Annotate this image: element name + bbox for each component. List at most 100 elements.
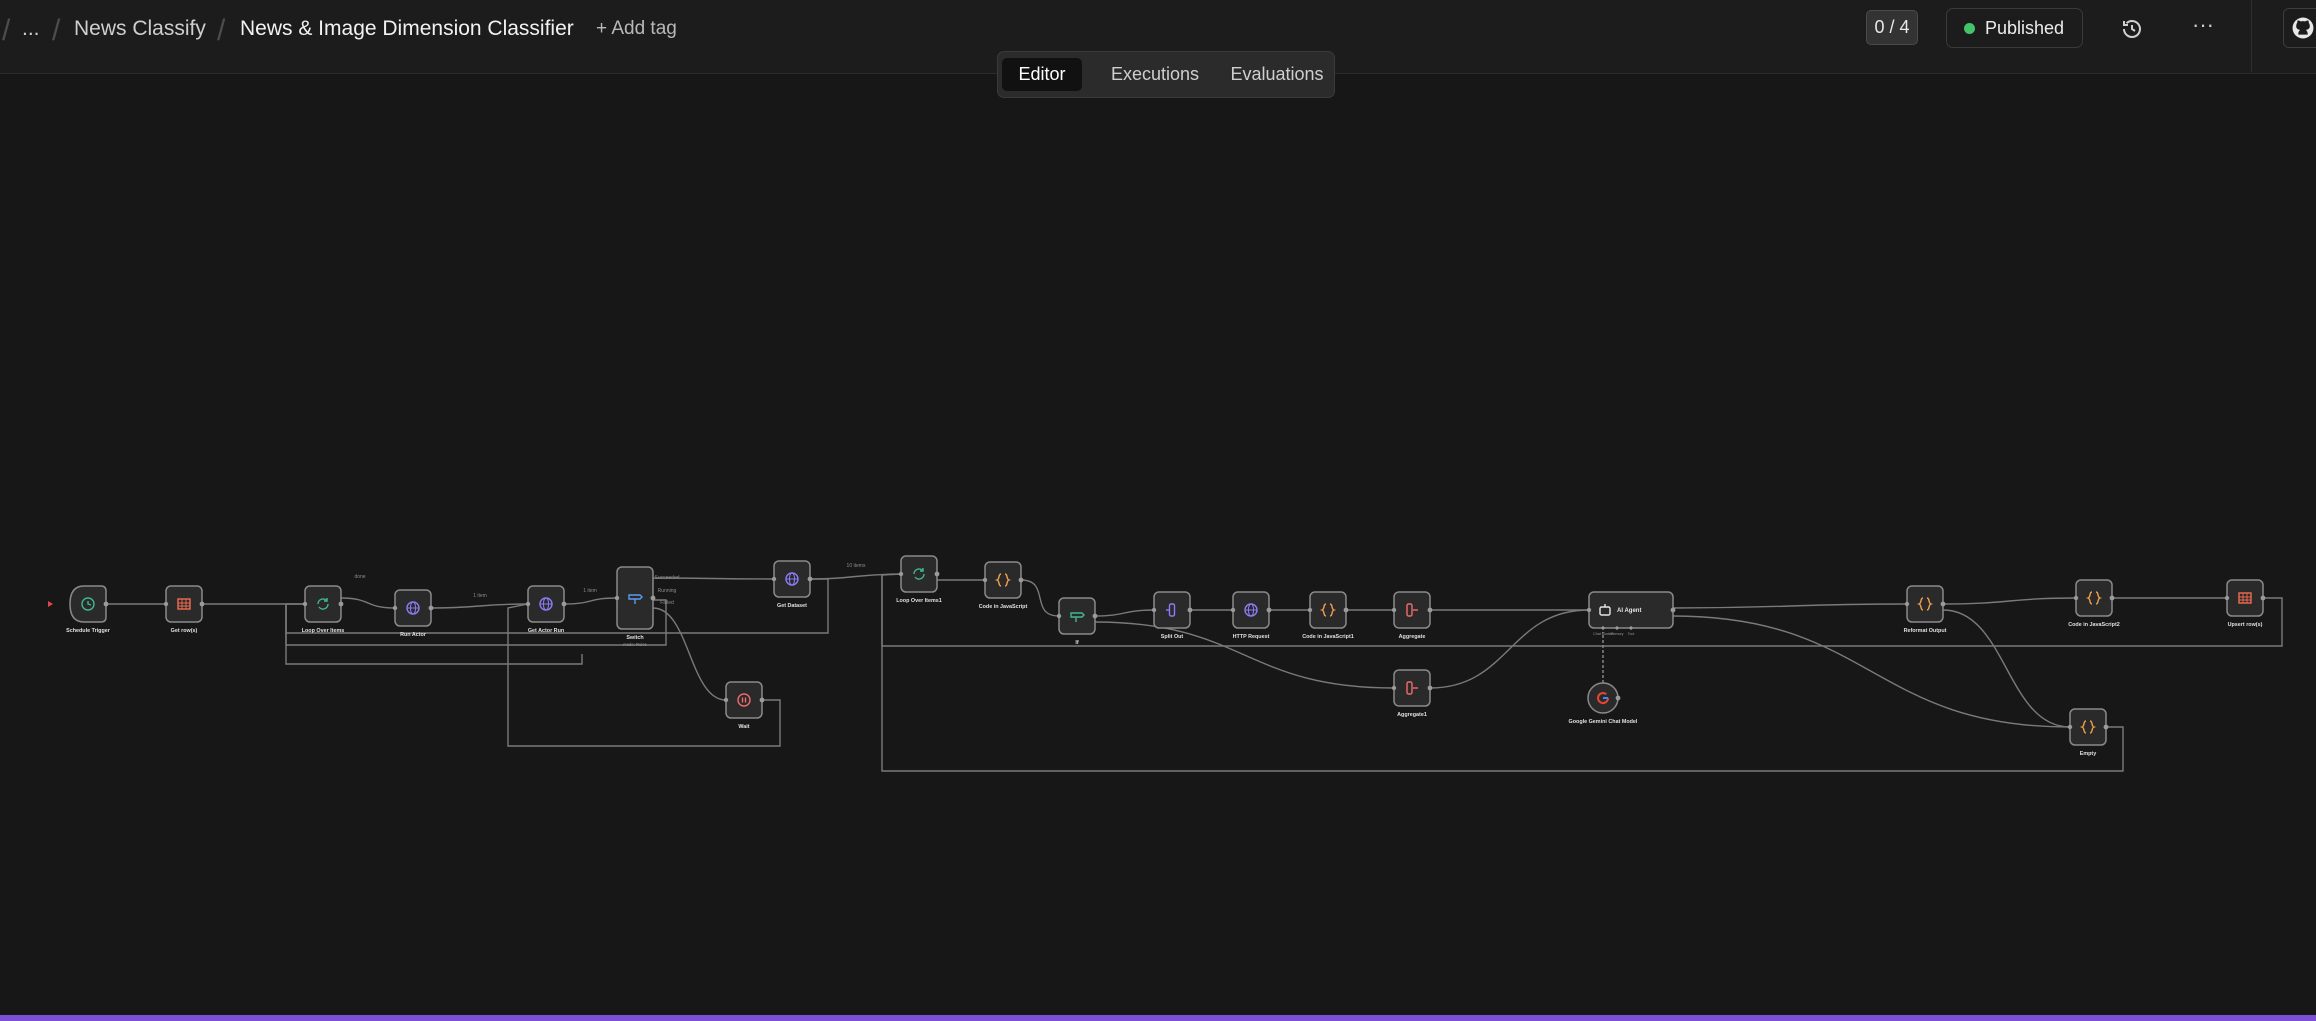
- output-port[interactable]: [338, 601, 344, 607]
- input-port[interactable]: [898, 571, 904, 577]
- connection-getrun-switch[interactable]: [563, 597, 618, 605]
- trigger-marker: [48, 601, 53, 607]
- edge-label: Succeeded: [654, 575, 679, 581]
- node-get-rows[interactable]: Get row(s): [163, 585, 205, 634]
- breadcrumb-project[interactable]: News Classify: [74, 17, 206, 41]
- input-port[interactable]: [2224, 595, 2230, 601]
- node-label: Code in JavaScript2: [2068, 622, 2120, 628]
- sub-port-label: Tool: [1628, 632, 1635, 636]
- node-schedule-trigger[interactable]: Schedule Trigger: [48, 585, 111, 634]
- node-upsert-rows[interactable]: Upsert row(s): [2224, 579, 2266, 628]
- node-code-js1[interactable]: Code in JavaScript1: [1302, 591, 1354, 640]
- breadcrumb-separator: /: [52, 14, 61, 47]
- output-port[interactable]: [1940, 601, 1946, 607]
- output-port[interactable]: [1670, 607, 1676, 613]
- connection-reformat-code2[interactable]: [1942, 597, 2077, 605]
- published-button[interactable]: Published: [1946, 8, 2083, 48]
- input-port[interactable]: [163, 601, 169, 607]
- more-options-button[interactable]: ···: [2188, 12, 2218, 42]
- input-port[interactable]: [771, 576, 777, 582]
- sub-port-label: Memory: [1611, 632, 1624, 636]
- input-port[interactable]: [302, 601, 308, 607]
- node-label: AI Agent: [1617, 608, 1641, 614]
- node-get-actor-run[interactable]: Get Actor Run: [525, 585, 567, 634]
- output-port[interactable]: [934, 571, 940, 577]
- add-tag-button[interactable]: + Add tag: [596, 18, 677, 40]
- node-gemini[interactable]: Google Gemini Chat Model: [1569, 682, 1638, 725]
- workflow-name[interactable]: News & Image Dimension Classifier: [240, 17, 574, 41]
- connection-reformat-empty[interactable]: [1942, 609, 2071, 728]
- connection-aggregate1-agent[interactable]: [1429, 609, 1590, 689]
- input-port[interactable]: [1307, 607, 1313, 613]
- node-aggregate[interactable]: Aggregate: [1391, 591, 1433, 640]
- workflow-canvas[interactable]: done 1 item 1 item 10 items Succeeded Running…: [0, 75, 2316, 1015]
- input-port[interactable]: [2073, 595, 2079, 601]
- output-port[interactable]: [1092, 613, 1098, 619]
- node-if[interactable]: If: [1056, 597, 1098, 646]
- input-port[interactable]: [1056, 613, 1062, 619]
- output-port[interactable]: [428, 605, 434, 611]
- node-get-dataset[interactable]: Get Dataset: [771, 560, 813, 609]
- output-port[interactable]: [2103, 724, 2109, 730]
- connection-switch-wait[interactable]: [652, 607, 727, 701]
- node-run-actor[interactable]: Run Actor: [392, 589, 434, 638]
- output-port[interactable]: [103, 601, 109, 607]
- connection-loop-runactor[interactable]: [340, 597, 396, 609]
- edge-label: Failed: [660, 600, 674, 606]
- output-port[interactable]: [650, 595, 656, 601]
- output-port[interactable]: [1343, 607, 1349, 613]
- connection-if-splitout[interactable]: [1094, 609, 1155, 617]
- input-port[interactable]: [982, 577, 988, 583]
- connection-code-if[interactable]: [1020, 579, 1060, 617]
- output-port[interactable]: [1266, 607, 1272, 613]
- node-empty[interactable]: Empty: [2067, 708, 2109, 757]
- node-loop-over-items[interactable]: Loop Over Items: [302, 585, 345, 634]
- node-http-request[interactable]: HTTP Request: [1230, 591, 1272, 640]
- node-label: Google Gemini Chat Model: [1569, 719, 1638, 725]
- run-counter-badge[interactable]: 0 / 4: [1866, 10, 1918, 45]
- output-port[interactable]: [1427, 607, 1433, 613]
- input-port[interactable]: [2067, 724, 2073, 730]
- input-port[interactable]: [1391, 607, 1397, 613]
- node-code-js2[interactable]: Code in JavaScript2: [2068, 579, 2120, 628]
- input-port[interactable]: [723, 697, 729, 703]
- output-port[interactable]: [759, 697, 765, 703]
- output-port[interactable]: [1615, 695, 1621, 701]
- node-label: Reformat Output: [1904, 628, 1947, 634]
- input-port[interactable]: [1391, 685, 1397, 691]
- input-port[interactable]: [392, 605, 398, 611]
- node-reformat-output[interactable]: Reformat Output: [1904, 585, 1947, 634]
- input-port[interactable]: [1904, 601, 1910, 607]
- node-label: Run Actor: [400, 632, 427, 638]
- input-port[interactable]: [525, 601, 531, 607]
- history-icon[interactable]: [2116, 14, 2146, 44]
- node-label: Loop Over Items: [302, 628, 345, 634]
- output-port[interactable]: [1427, 685, 1433, 691]
- node-switch[interactable]: Switchmode: Rules: [614, 566, 656, 647]
- connection-if-aggregate1[interactable]: [1094, 621, 1395, 689]
- node-label: Wait: [738, 724, 749, 730]
- node-loop-over-items1[interactable]: Loop Over Items1: [896, 555, 942, 604]
- node-wait[interactable]: Wait: [723, 681, 765, 730]
- output-port[interactable]: [1018, 577, 1024, 583]
- status-dot: [1964, 23, 1975, 34]
- output-port[interactable]: [807, 576, 813, 582]
- node-code-js[interactable]: Code in JavaScript: [979, 561, 1028, 610]
- node-aggregate1[interactable]: Aggregate1: [1391, 669, 1433, 718]
- output-port[interactable]: [561, 601, 567, 607]
- connection-agent-empty[interactable]: [1672, 615, 2071, 728]
- input-port[interactable]: [1230, 607, 1236, 613]
- output-port[interactable]: [199, 601, 205, 607]
- input-port[interactable]: [614, 595, 620, 601]
- output-port[interactable]: [2109, 595, 2115, 601]
- node-ai-agent[interactable]: AI AgentChat Model*Memory Tool: [1586, 591, 1676, 636]
- output-port[interactable]: [1187, 607, 1193, 613]
- node-label: Get Actor Run: [528, 628, 564, 634]
- connection-agent-reformat[interactable]: [1672, 603, 1908, 609]
- breadcrumb-ellipsis[interactable]: ...: [22, 17, 40, 41]
- github-button[interactable]: [2283, 8, 2316, 48]
- output-port[interactable]: [2260, 595, 2266, 601]
- input-port[interactable]: [1586, 607, 1592, 613]
- edge-label: 1 item: [473, 593, 487, 599]
- input-port[interactable]: [1151, 607, 1157, 613]
